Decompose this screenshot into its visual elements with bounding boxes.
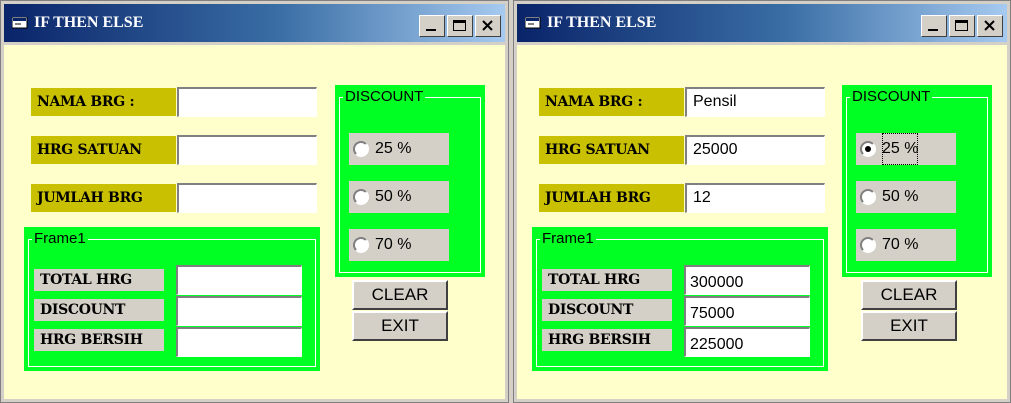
total-hrg-label: TOTAL HRG xyxy=(34,269,164,291)
maximize-button[interactable] xyxy=(447,15,473,37)
vb-form-icon xyxy=(12,17,28,29)
radio-25-label: 25 % xyxy=(375,140,412,157)
result-frame-title: Frame1 xyxy=(540,230,596,248)
jumlah-brg-input[interactable]: 12 xyxy=(685,183,825,213)
radio-25[interactable]: 25 % xyxy=(349,133,449,165)
radio-circle[interactable] xyxy=(353,189,369,205)
window-title: IF THEN ELSE xyxy=(547,14,657,31)
discount-output[interactable] xyxy=(176,296,302,326)
maximize-button[interactable] xyxy=(949,15,975,37)
radio-70-label: 70 % xyxy=(375,236,412,253)
discount-frame-title: DISCOUNT xyxy=(343,88,426,106)
radio-70[interactable]: 70 % xyxy=(349,229,449,261)
discount-frame: DISCOUNT 25 % 50 % 70 % xyxy=(842,85,992,277)
hrg-satuan-input[interactable] xyxy=(177,135,317,165)
hrg-satuan-input[interactable]: 25000 xyxy=(685,135,825,165)
nama-brg-label: NAMA BRG : xyxy=(31,88,176,116)
vb-form-icon xyxy=(525,17,541,29)
total-hrg-label: TOTAL HRG xyxy=(542,269,672,291)
minimize-button[interactable] xyxy=(921,15,947,37)
exit-button[interactable]: EXIT xyxy=(861,311,957,341)
total-hrg-output[interactable] xyxy=(176,265,302,295)
window-title: IF THEN ELSE xyxy=(34,14,144,31)
radio-25-label: 25 % xyxy=(882,133,919,165)
total-hrg-output[interactable]: 300000 xyxy=(684,265,810,295)
window-right: IF THEN ELSE NAMA BRG : Pensil HRG SATUA… xyxy=(513,0,1011,403)
radio-circle[interactable] xyxy=(353,141,369,157)
nama-brg-input[interactable] xyxy=(177,87,317,117)
hrg-bersih-label: HRG BERSIH xyxy=(542,329,672,351)
hrg-bersih-output[interactable] xyxy=(176,327,302,357)
radio-circle[interactable] xyxy=(353,237,369,253)
discount-frame-title: DISCOUNT xyxy=(850,88,933,106)
result-frame-title: Frame1 xyxy=(32,230,88,248)
radio-25[interactable]: 25 % xyxy=(856,133,956,165)
radio-70-label: 70 % xyxy=(882,236,919,253)
discount-frame: DISCOUNT 25 % 50 % 70 % xyxy=(335,85,485,277)
hrg-bersih-output[interactable]: 225000 xyxy=(684,327,810,357)
maximize-icon xyxy=(955,20,968,31)
close-button[interactable] xyxy=(977,15,1003,37)
close-button[interactable] xyxy=(475,15,501,37)
close-icon xyxy=(984,20,995,31)
radio-50[interactable]: 50 % xyxy=(856,181,956,213)
exit-button[interactable]: EXIT xyxy=(352,311,448,341)
jumlah-brg-input[interactable] xyxy=(177,183,317,213)
radio-50-label: 50 % xyxy=(882,188,919,205)
title-bar[interactable]: IF THEN ELSE xyxy=(4,4,505,42)
minimize-button[interactable] xyxy=(419,15,445,37)
radio-circle-selected[interactable] xyxy=(860,141,876,157)
form-body: NAMA BRG : HRG SATUAN JUMLAH BRG DISCOUN… xyxy=(4,45,505,399)
maximize-icon xyxy=(453,20,466,31)
nama-brg-label: NAMA BRG : xyxy=(539,88,684,116)
minimize-icon xyxy=(928,29,938,31)
radio-circle[interactable] xyxy=(860,189,876,205)
jumlah-brg-label: JUMLAH BRG xyxy=(539,184,684,212)
radio-50-label: 50 % xyxy=(375,188,412,205)
clear-button[interactable]: CLEAR xyxy=(352,280,448,310)
radio-70[interactable]: 70 % xyxy=(856,229,956,261)
clear-button[interactable]: CLEAR xyxy=(861,280,957,310)
minimize-icon xyxy=(426,29,436,31)
window-left: IF THEN ELSE NAMA BRG : HRG SATUAN JUMLA… xyxy=(0,0,509,403)
result-frame: Frame1 TOTAL HRG DISCOUNT HRG BERSIH xyxy=(24,227,320,371)
jumlah-brg-label: JUMLAH BRG xyxy=(31,184,176,212)
hrg-satuan-label: HRG SATUAN xyxy=(539,136,684,164)
discount-output[interactable]: 75000 xyxy=(684,296,810,326)
title-bar[interactable]: IF THEN ELSE xyxy=(517,4,1007,42)
radio-circle[interactable] xyxy=(860,237,876,253)
hrg-satuan-label: HRG SATUAN xyxy=(31,136,176,164)
hrg-bersih-label: HRG BERSIH xyxy=(34,329,164,351)
discount-label: DISCOUNT xyxy=(34,299,164,321)
nama-brg-input[interactable]: Pensil xyxy=(685,87,825,117)
discount-label: DISCOUNT xyxy=(542,299,672,321)
close-icon xyxy=(482,20,493,31)
result-frame: Frame1 TOTAL HRG 300000 DISCOUNT 75000 H… xyxy=(532,227,828,371)
radio-50[interactable]: 50 % xyxy=(349,181,449,213)
form-body: NAMA BRG : Pensil HRG SATUAN 25000 JUMLA… xyxy=(517,45,1007,399)
